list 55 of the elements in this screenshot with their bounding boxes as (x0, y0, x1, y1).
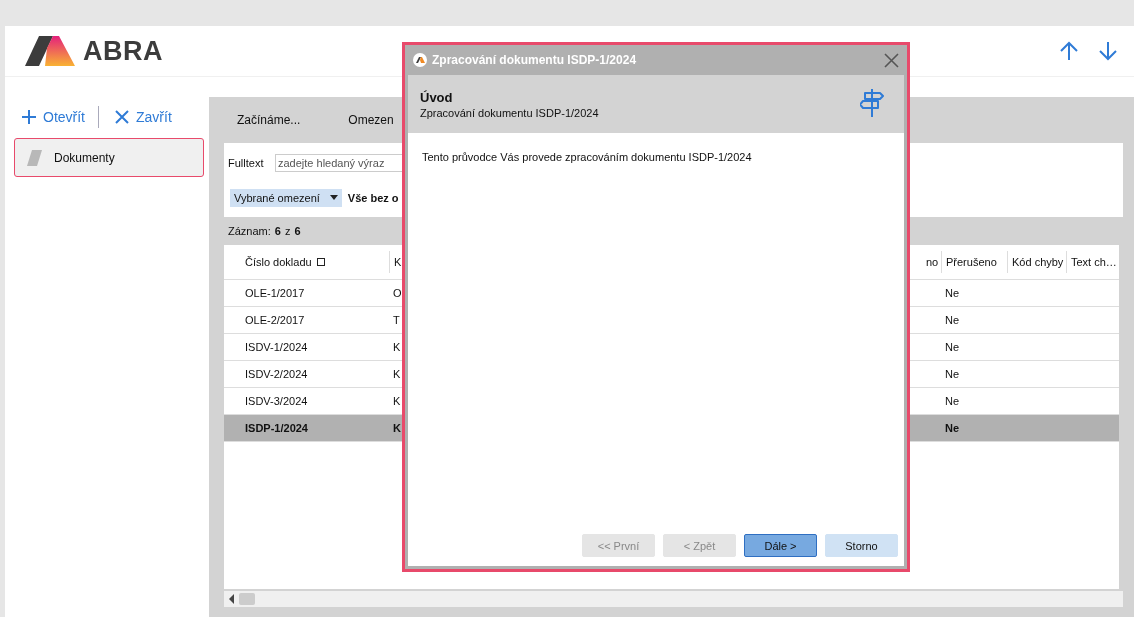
table-cell-text: K (392, 341, 402, 353)
column-header[interactable]: Číslo dokladu (241, 251, 389, 273)
close-icon (115, 110, 129, 124)
caret-icon (329, 195, 338, 200)
close-button[interactable]: Zavřít (110, 109, 177, 125)
dialog-title: Zpracování dokumentu ISDP-1/2024 (432, 53, 638, 67)
tab[interactable]: Začínáme... (237, 113, 301, 127)
document-icon (27, 149, 42, 166)
table-cell-text: ISDV-2/2024 (244, 368, 309, 380)
plus-icon (22, 110, 36, 124)
table-cell-text: Ne (944, 287, 961, 299)
table-cell-text: Ne (944, 341, 961, 353)
record-label: Záznam: (228, 225, 271, 237)
step-title: Úvod (420, 89, 454, 105)
table-cell-text: OLE-1/2017 (244, 287, 306, 299)
table-cell-text: O (392, 287, 402, 299)
table-cell-text: ISDV-3/2024 (244, 395, 309, 407)
square-icon (316, 258, 325, 266)
fulltext-label: Fulltext (228, 156, 265, 169)
table-cell-text: K (392, 422, 402, 434)
table-cell-text: Ne (944, 422, 961, 434)
table-cell-text: Ne (944, 314, 961, 326)
app-logo-icon (413, 53, 427, 67)
cancel-button[interactable]: Storno (825, 534, 898, 557)
table-cell-text: Ne (944, 395, 961, 407)
logo-text: ABRA (83, 35, 163, 67)
scrollbar-thumb[interactable] (239, 593, 255, 605)
down-arrow-icon[interactable] (1098, 41, 1118, 61)
table-cell-text: Ne (944, 368, 961, 380)
column-header[interactable]: Kód chyby (1007, 251, 1066, 273)
logo-icon (25, 36, 75, 66)
up-arrow-icon[interactable] (1059, 41, 1079, 61)
table-cell-text: ISDP-1/2024 (244, 422, 309, 434)
left-arrow-icon[interactable] (229, 594, 234, 604)
table-cell-text: ISDV-1/2024 (244, 341, 309, 353)
filter-dropdown[interactable]: Vybrané omezení (230, 188, 342, 207)
sidebar-item[interactable]: Dokumenty (14, 138, 204, 177)
record-total: 6 (294, 225, 301, 237)
table-cell-text: K (392, 368, 402, 380)
table-cell-text: T (392, 314, 401, 326)
open-button[interactable]: Otevřít (17, 109, 90, 125)
filter-name: Vše bez o (347, 191, 399, 204)
table-cell-text: OLE-2/2017 (244, 314, 306, 326)
column-header[interactable]: Text ch… (1066, 251, 1119, 273)
next-button[interactable]: Dále > (744, 534, 817, 557)
column-header[interactable]: Přerušeno (941, 251, 1007, 273)
signpost-icon (860, 88, 886, 120)
step-subtitle: Zpracování dokumentu ISDP-1/2024 (420, 106, 599, 119)
close-icon[interactable] (884, 52, 899, 68)
sidebar-item-label: Dokumenty (54, 150, 115, 165)
record-count: 6 (274, 225, 281, 237)
table-cell-text: K (392, 395, 402, 407)
horizontal-scrollbar[interactable] (224, 591, 1123, 607)
record-separator: z (284, 225, 291, 237)
tab[interactable]: Omezen (348, 113, 394, 127)
